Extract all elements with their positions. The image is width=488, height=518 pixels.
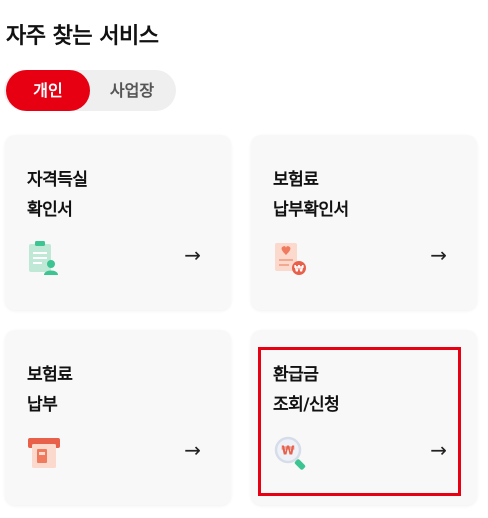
card-title: 환급금 조회/신청 bbox=[273, 360, 340, 420]
card-title-line2: 확인서 bbox=[27, 200, 73, 220]
card-title-line1: 보험료 bbox=[273, 170, 319, 190]
card-title-line2: 조회/신청 bbox=[273, 395, 340, 415]
service-card-payment-certificate[interactable]: 보험료 납부확인서 ₩ → bbox=[251, 135, 477, 310]
payment-receipt-icon: ₩ bbox=[271, 238, 311, 278]
card-payment-icon bbox=[25, 433, 65, 473]
service-card-refund-inquiry[interactable]: 환급금 조회/신청 ₩ → bbox=[251, 330, 477, 505]
arrow-right-icon: → bbox=[430, 243, 447, 267]
arrow-right-icon: → bbox=[184, 438, 201, 462]
card-title: 자격득실 확인서 bbox=[27, 165, 88, 225]
arrow-right-icon: → bbox=[430, 438, 447, 462]
frequent-services-page: 자주 찾는 서비스 개인 사업장 자격득실 확인서 → 보험료 납부확인서 ₩ … bbox=[0, 0, 488, 518]
arrow-right-icon: → bbox=[184, 243, 201, 267]
card-title: 보험료 납부확인서 bbox=[273, 165, 349, 225]
card-title-line1: 자격득실 bbox=[27, 170, 88, 190]
certificate-document-icon bbox=[25, 238, 65, 278]
refund-search-icon: ₩ bbox=[271, 433, 311, 473]
service-card-eligibility-certificate[interactable]: 자격득실 확인서 → bbox=[5, 135, 231, 310]
svg-text:₩: ₩ bbox=[281, 444, 295, 458]
tab-business[interactable]: 사업장 bbox=[92, 70, 172, 111]
page-title: 자주 찾는 서비스 bbox=[6, 24, 159, 49]
card-title: 보험료 납부 bbox=[27, 360, 73, 420]
card-title-line1: 보험료 bbox=[27, 365, 73, 385]
tab-personal[interactable]: 개인 bbox=[6, 70, 90, 111]
user-type-toggle: 개인 사업장 bbox=[4, 70, 176, 111]
card-title-line1: 환급금 bbox=[273, 365, 319, 385]
service-card-premium-payment[interactable]: 보험료 납부 → bbox=[5, 330, 231, 505]
card-title-line2: 납부 bbox=[27, 395, 58, 415]
svg-text:₩: ₩ bbox=[294, 265, 304, 275]
card-title-line2: 납부확인서 bbox=[273, 200, 349, 220]
